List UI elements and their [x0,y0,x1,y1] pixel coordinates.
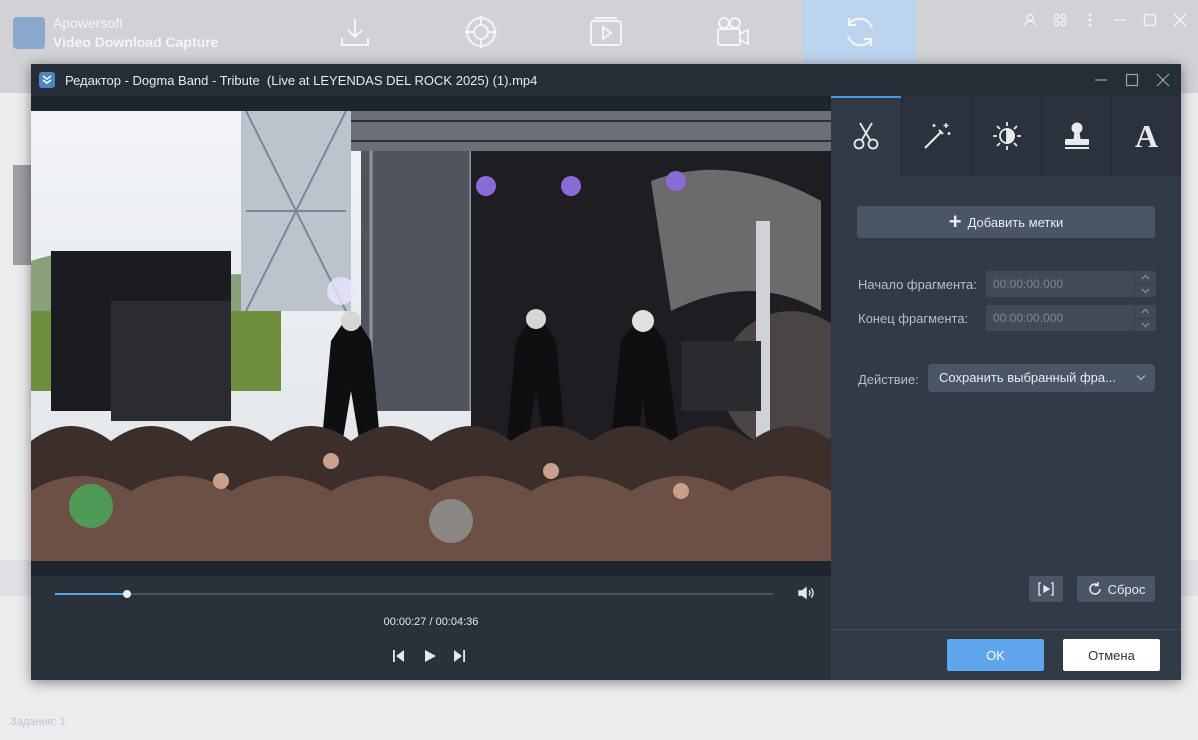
app-logo-icon [39,72,55,88]
dialog-maximize-button[interactable] [1122,70,1142,90]
tab-adjust[interactable] [971,96,1041,176]
progress-handle[interactable] [122,590,131,598]
time-readout: 00:00:27 / 00:04:36 [31,616,831,628]
playback-progress-slider[interactable] [55,590,773,598]
task-count-status: Задания: 1 [10,716,66,728]
app-logo-icon [13,17,45,49]
dialog-close-button[interactable] [1153,70,1173,90]
play-button[interactable] [420,646,440,666]
action-select-value: Сохранить выбранный фра... [939,370,1116,385]
cancel-button[interactable]: Отмена [1063,639,1160,671]
total-time: 00:04:36 [435,616,479,628]
progress-fill [55,593,127,595]
more-icon[interactable] [1082,10,1098,30]
app-thumbnail [13,165,33,265]
close-icon [1156,73,1170,87]
target-icon [464,15,497,48]
nav-target[interactable] [424,0,537,63]
download-icon [340,18,369,46]
play-icon [425,650,436,662]
video-frame[interactable] [31,111,831,561]
nav-camera[interactable] [676,0,789,63]
increment-button[interactable] [1135,305,1156,318]
user-icon[interactable] [1022,10,1038,30]
maximize-icon[interactable] [1142,10,1158,30]
volume-icon [798,586,814,600]
step-forward-icon [454,650,465,662]
time-separator: / [426,616,436,628]
chevron-up-icon [1141,274,1150,280]
magic-wand-icon [923,123,950,149]
volume-button[interactable] [797,584,815,602]
preview-fragment-button[interactable] [1029,576,1063,602]
reset-icon [1088,582,1101,595]
end-time-field[interactable]: 00:00:00.000 [986,305,1156,331]
edit-tabs: A [831,96,1181,176]
close-icon[interactable] [1172,10,1188,30]
end-time-value[interactable]: 00:00:00.000 [986,305,1134,331]
editor-dialog: Редактор - Dogma Band - Tribute (Live at… [31,64,1181,680]
chevron-down-icon [1136,375,1146,381]
chevron-up-icon [1141,308,1150,314]
add-marks-button[interactable]: + Добавить метки [857,206,1155,238]
step-back-icon [393,650,404,662]
current-time: 00:00:27 [383,616,427,628]
start-time-field[interactable]: 00:00:00.000 [986,271,1156,297]
end-label: Конец фрагмента: [858,311,969,326]
start-time-value[interactable]: 00:00:00.000 [986,271,1134,297]
app-window-controls [1022,10,1188,30]
action-label: Действие: [858,372,919,387]
dialog-minimize-button[interactable] [1091,70,1111,90]
stamp-icon [1064,122,1089,149]
dialog-title: Редактор - Dogma Band - Tribute (Live at… [65,73,538,88]
nav-convert[interactable] [803,0,916,63]
tab-watermark[interactable] [1041,96,1111,176]
tab-trim[interactable] [831,96,901,176]
nav-download[interactable] [298,0,411,63]
minimize-icon[interactable] [1112,10,1128,30]
add-marks-label: Добавить метки [967,214,1064,230]
panel-divider [831,629,1181,630]
brightness-icon [992,122,1021,150]
ok-button[interactable]: OK [947,639,1044,671]
reset-label: Сброс [1107,581,1146,597]
edit-panel: A + Добавить метки Начало фрагмента: 00:… [831,96,1181,680]
app-name-line2: Video Download Capture [53,34,219,50]
tab-text[interactable]: A [1111,96,1181,176]
maximize-icon [1125,73,1139,87]
preview-icon [1038,582,1054,596]
end-time-stepper[interactable] [1134,305,1156,331]
video-player: 00:00:27 / 00:04:36 [31,96,831,680]
minimize-icon [1095,79,1107,81]
nav-video-player[interactable] [549,0,662,63]
letterbox-top [31,96,831,111]
next-frame-button[interactable] [449,646,469,666]
start-time-stepper[interactable] [1134,271,1156,297]
reset-button[interactable]: Сброс [1077,576,1155,602]
scissors-icon [853,122,879,150]
grid-icon[interactable] [1052,10,1068,30]
increment-button[interactable] [1135,271,1156,284]
convert-icon [846,17,873,46]
decrement-button[interactable] [1135,283,1156,298]
chevron-down-icon [1141,322,1150,328]
decrement-button[interactable] [1135,317,1156,332]
text-icon: A [1134,117,1159,154]
camera-icon [716,16,749,46]
action-select[interactable]: Сохранить выбранный фра... [928,364,1155,392]
video-player-icon [589,16,622,46]
previous-frame-button[interactable] [389,646,409,666]
video-frame-image [31,111,831,561]
start-label: Начало фрагмента: [858,277,977,292]
plus-icon: + [948,209,962,234]
letterbox-bottom [31,561,831,576]
dialog-titlebar: Редактор - Dogma Band - Tribute (Live at… [31,64,1181,96]
app-name-line1: Apowersoft [53,15,124,31]
tab-effects[interactable] [901,96,971,176]
chevron-down-icon [1141,288,1150,294]
app-name: Apowersoft Video Download Capture [53,14,218,52]
